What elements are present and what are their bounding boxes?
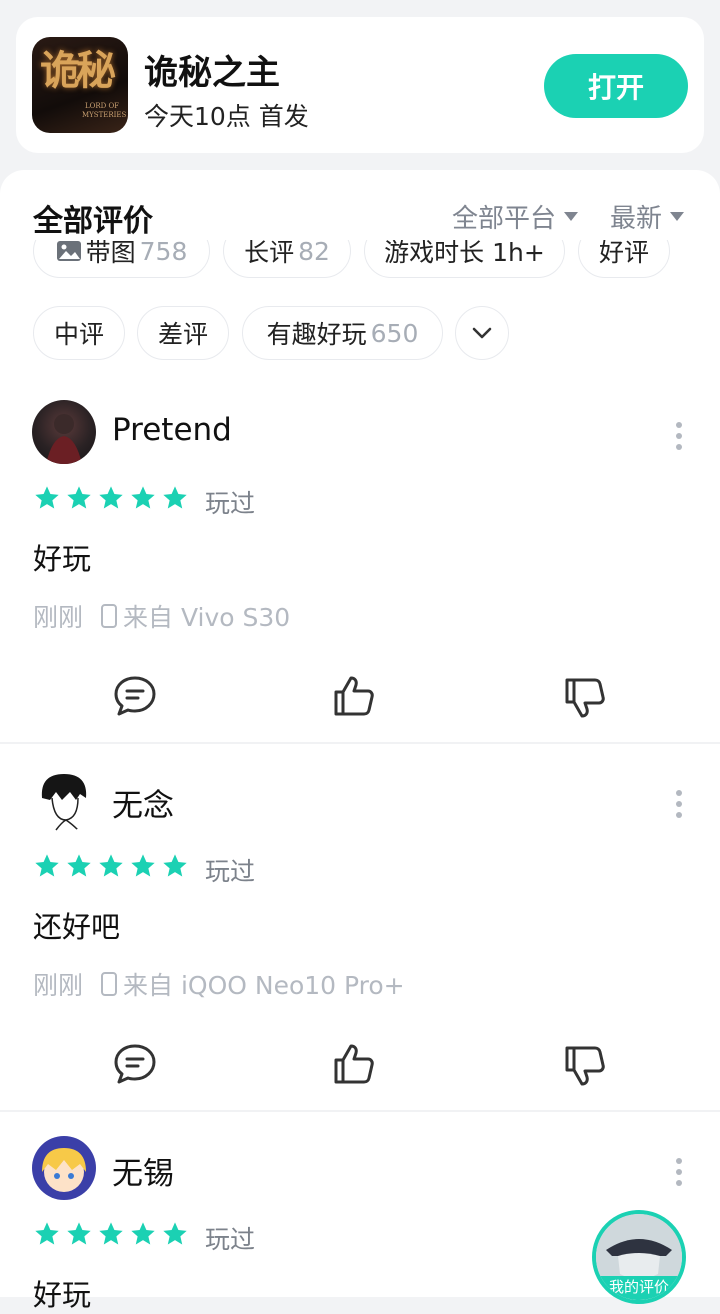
chip-label: 差评 — [157, 320, 208, 349]
phone-icon — [101, 972, 118, 996]
username[interactable]: 无锡 — [112, 1148, 174, 1193]
star-rating — [33, 484, 189, 512]
star-icon — [67, 486, 91, 509]
sort-filter-label: 最新 — [610, 204, 663, 234]
phone-icon — [101, 604, 118, 628]
expand-chips-button[interactable] — [455, 306, 509, 360]
star-icon — [131, 854, 155, 877]
image-icon — [56, 241, 81, 261]
thumbs-up-icon[interactable] — [332, 1042, 376, 1086]
app-icon[interactable]: 诡秘 LORD OF MYSTERIES — [32, 37, 128, 133]
thumbs-down-icon[interactable] — [563, 1044, 607, 1088]
review-device: 来自 Vivo S30 — [123, 603, 291, 632]
star-rating — [33, 1220, 189, 1248]
avatar[interactable] — [32, 768, 96, 832]
chip-fun[interactable]: 有趣好玩 650 — [242, 306, 443, 360]
chip-positive[interactable]: 好评 — [578, 240, 670, 278]
avatar-image — [46, 414, 82, 464]
chip-count: 758 — [139, 240, 188, 266]
chip-playtime[interactable]: 游戏时长 1h+ — [364, 240, 565, 278]
chip-label: 有趣好玩 — [266, 320, 367, 349]
my-review-label: 我的评价 — [596, 1276, 682, 1300]
more-options-icon[interactable] — [676, 1158, 684, 1191]
thumbs-down-icon[interactable] — [563, 676, 607, 720]
app-icon-glyph: 诡秘 — [40, 47, 116, 94]
star-icon — [131, 1222, 155, 1245]
chip-neutral[interactable]: 中评 — [33, 306, 125, 360]
app-title: 诡秘之主 — [144, 53, 280, 93]
sort-filter[interactable]: 最新 — [610, 198, 685, 235]
app-icon-subtext: LORD OF MYSTERIES — [82, 102, 127, 119]
caret-down-icon — [564, 212, 579, 221]
tag-chips-row-scrolled: 带图 758 长评 82 游戏时长 1h+ 好评 — [0, 240, 720, 295]
divider — [0, 1110, 720, 1112]
app-card: 诡秘 LORD OF MYSTERIES 诡秘之主 今天10点 首发 打开 — [16, 17, 704, 153]
more-options-icon[interactable] — [676, 422, 684, 455]
platform-filter[interactable]: 全部平台 — [452, 198, 579, 235]
star-icon — [67, 1222, 91, 1245]
app-release-info: 今天10点 首发 — [144, 102, 309, 131]
avatar[interactable] — [32, 400, 96, 464]
chip-count: 650 — [370, 318, 419, 348]
platform-filter-label: 全部平台 — [452, 204, 557, 234]
chip-label: 带图 — [85, 240, 136, 267]
comment-icon[interactable] — [113, 1042, 157, 1086]
chip-negative[interactable]: 差评 — [137, 306, 229, 360]
star-icon — [131, 486, 155, 509]
star-icon — [35, 486, 59, 509]
chevron-down-icon — [472, 327, 492, 339]
more-options-icon[interactable] — [676, 790, 684, 823]
review-time: 刚刚 — [33, 971, 84, 1000]
chip-with-image[interactable]: 带图 758 — [33, 240, 210, 278]
my-review-button[interactable]: 我的评价 — [592, 1210, 686, 1304]
review-meta: 刚刚 来自 Vivo S30 — [33, 598, 290, 634]
comment-icon[interactable] — [113, 674, 157, 718]
played-status: 玩过 — [205, 489, 256, 518]
chip-label: 长评 — [244, 240, 295, 267]
review-content: 还好吧 — [33, 910, 121, 944]
star-icon — [35, 1222, 59, 1245]
chip-label: 中评 — [53, 320, 104, 349]
review-time: 刚刚 — [33, 603, 84, 632]
caret-down-icon — [670, 212, 685, 221]
star-icon — [163, 1222, 187, 1245]
reviews-panel: 全部评价 全部平台 最新 带图 758 长评 82 游戏时长 1h+ 好评 中评… — [0, 170, 720, 1297]
avatar-image — [42, 1148, 86, 1192]
played-status: 玩过 — [205, 857, 256, 886]
star-icon — [67, 854, 91, 877]
chip-long-review[interactable]: 长评 82 — [223, 240, 351, 278]
star-icon — [163, 854, 187, 877]
star-icon — [163, 486, 187, 509]
star-icon — [99, 486, 123, 509]
review-content: 好玩 — [33, 542, 92, 576]
avatar-image — [41, 774, 87, 831]
review-meta: 刚刚 来自 iQOO Neo10 Pro+ — [33, 966, 405, 1002]
username[interactable]: 无念 — [112, 780, 174, 825]
reviews-title: 全部评价 — [33, 204, 153, 239]
star-icon — [35, 854, 59, 877]
star-icon — [99, 854, 123, 877]
review-content: 好玩 — [33, 1278, 92, 1312]
thumbs-up-icon[interactable] — [332, 674, 376, 718]
chip-count: 82 — [298, 240, 330, 266]
chip-label: 好评 — [598, 240, 649, 267]
review-device: 来自 iQOO Neo10 Pro+ — [123, 971, 405, 1000]
avatar[interactable] — [32, 1136, 96, 1200]
chip-label: 游戏时长 1h+ — [384, 240, 545, 267]
played-status: 玩过 — [205, 1225, 256, 1254]
divider — [0, 742, 720, 744]
username[interactable]: Pretend — [112, 412, 232, 448]
star-icon — [99, 1222, 123, 1245]
star-rating — [33, 852, 189, 880]
open-button[interactable]: 打开 — [544, 54, 688, 118]
